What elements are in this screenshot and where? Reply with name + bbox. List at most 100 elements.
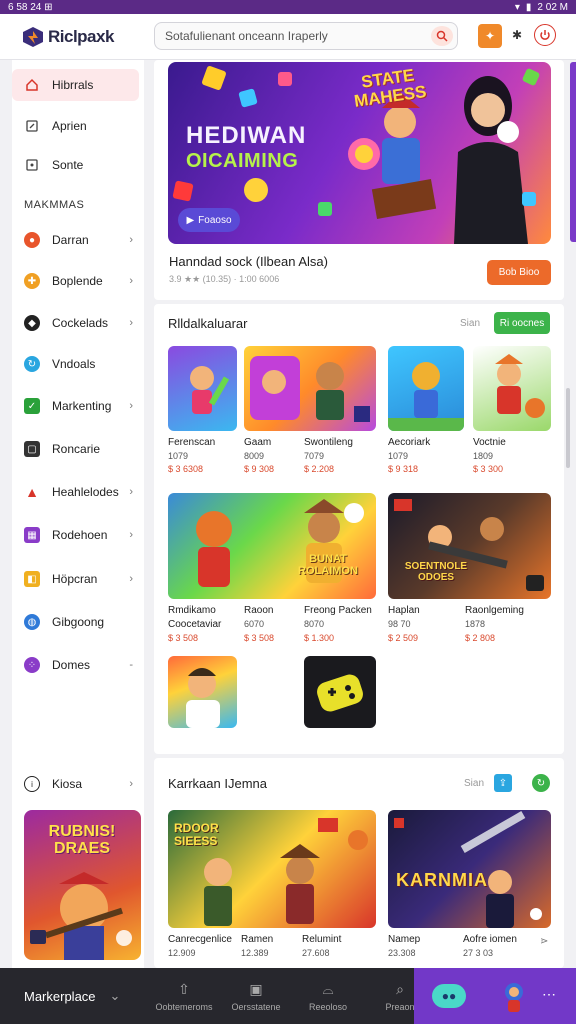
- game-price: 12.389: [241, 948, 269, 958]
- sidebar-item-category[interactable]: ▲ Heahlelodes ›: [12, 476, 139, 508]
- sidebar-section-title: MAKMMAS: [24, 199, 85, 211]
- game-art: [394, 499, 544, 591]
- game-name: Gaam: [244, 437, 272, 448]
- search-icon: ⌕: [396, 980, 404, 997]
- check-icon: ✓: [24, 398, 40, 414]
- sidebar-item-category[interactable]: ◍ Gibgoong: [12, 606, 139, 638]
- marketplace-dropdown[interactable]: Markerplace ⌄: [0, 968, 148, 1024]
- sidebar: Hibrrals Aprien Sonte MAKMMAS ● Darran ›…: [12, 60, 144, 968]
- search-icon[interactable]: [431, 26, 453, 46]
- game-thumb[interactable]: [244, 346, 376, 431]
- game-art: [196, 499, 364, 587]
- game-name: Swontileng: [304, 437, 353, 448]
- hero-cta-button[interactable]: Bob Bioo: [487, 260, 551, 285]
- game-thumb[interactable]: [168, 656, 237, 728]
- nav-item-label: Oersstatene: [231, 1001, 281, 1012]
- sidebar-item-category[interactable]: ◆ Cockelads ›: [12, 307, 139, 339]
- sidebar-item-label: Vndoals: [52, 357, 96, 371]
- sidebar-item-label: Boplende: [52, 274, 103, 288]
- sidebar-item-category[interactable]: ▢ Roncarie: [12, 433, 139, 465]
- cart-button[interactable]: ✦: [478, 24, 502, 48]
- sidebar-item-label: Kiosa: [52, 777, 83, 791]
- banner-title: KARNMIA: [396, 870, 488, 890]
- sidebar-item-category[interactable]: ◧ Höpcran ›: [12, 563, 139, 595]
- chevron-right-icon: ›: [129, 486, 133, 498]
- sidebar-promo-banner[interactable]: RUBNIS! DRAES: [24, 810, 141, 960]
- nav-item[interactable]: ⌓ Reeoloso: [292, 968, 364, 1024]
- sidebar-item-category[interactable]: ● Darran ›: [12, 224, 139, 256]
- nav-item[interactable]: ⇧ Oobtemeroms: [148, 968, 220, 1024]
- game-thumb[interactable]: [473, 346, 551, 431]
- game-price: $ 9 308: [244, 464, 275, 474]
- section-filter-button[interactable]: Ri oocnes: [494, 312, 550, 334]
- search-input[interactable]: Sotafulienant onceann Iraperly: [154, 22, 458, 50]
- nav-item-label: Reeoloso: [308, 1001, 348, 1012]
- game-name: Canrecgenlice: [168, 934, 232, 945]
- shuffle-icon: ↻: [24, 356, 40, 372]
- store-icon: [24, 157, 40, 173]
- chat-icon[interactable]: ✱: [512, 28, 522, 42]
- circle-icon: ●: [24, 232, 40, 248]
- sidebar-item-label: Hibrrals: [52, 78, 94, 92]
- game-art: [250, 356, 370, 422]
- game-thumb[interactable]: [388, 346, 464, 431]
- game-thumb[interactable]: [168, 346, 237, 431]
- share-small-icon[interactable]: ⋗: [540, 936, 548, 947]
- cart-icon: ✦: [484, 29, 496, 43]
- game-name: Relumint: [302, 934, 342, 945]
- chevron-right-icon: ›: [129, 275, 133, 287]
- game-rating: 8009: [244, 451, 265, 461]
- game-name: Freong Packen: [304, 605, 372, 616]
- section-title: Karrkaan IJemna: [168, 776, 267, 791]
- game-rating: 1878: [465, 619, 486, 629]
- nav-item[interactable]: ▣ Oersstatene: [220, 968, 292, 1024]
- game-name: Voctnie: [473, 437, 506, 448]
- sidebar-item-home[interactable]: Hibrrals: [12, 69, 139, 101]
- hero-caption: Hanndad sock (Ilbean Alsa): [169, 254, 328, 269]
- chevron-right-icon: -: [129, 659, 133, 671]
- chevron-right-icon: ›: [129, 573, 133, 585]
- game-name: Ramen: [241, 934, 274, 945]
- sidebar-item-category[interactable]: ↻ Vndoals: [12, 348, 139, 380]
- hero-play-button[interactable]: ▶ Foaoso: [178, 208, 240, 232]
- game-art: [190, 366, 230, 414]
- game-banner[interactable]: RDOOR SIEESS: [168, 810, 376, 928]
- chat-app-button[interactable]: ●●: [432, 984, 466, 1008]
- sidebar-item-category[interactable]: ✓ Markenting ›: [12, 390, 139, 422]
- share-button[interactable]: ⇪: [494, 774, 512, 792]
- profile-button[interactable]: [534, 24, 556, 46]
- power-icon: [540, 30, 550, 40]
- refresh-button[interactable]: ↻: [532, 774, 550, 792]
- more-icon[interactable]: ⋯: [542, 986, 556, 1003]
- sidebar-item-kiosa[interactable]: i Kiosa ›: [12, 768, 139, 800]
- sidebar-item-category[interactable]: ▦ Rodehoen ›: [12, 519, 139, 551]
- game-name: Ferenscan: [168, 437, 216, 448]
- game-banner[interactable]: KARNMIA: [388, 810, 551, 928]
- game-banner[interactable]: SOENTNOLE ODOES: [388, 493, 551, 599]
- bag-icon: ⌓: [322, 980, 334, 997]
- sidebar-item-category[interactable]: ⁘ Domes -: [12, 649, 139, 681]
- scrollbar[interactable]: [566, 388, 570, 468]
- gamepad-icon: [317, 674, 363, 712]
- mascot-button[interactable]: [500, 980, 528, 1012]
- tag-icon: ◧: [24, 571, 40, 587]
- chevron-right-icon: ›: [129, 317, 133, 329]
- hero-banner[interactable]: STATE MAHESS HEDIWAN OICAIMING ▶ Foaoso: [168, 62, 551, 244]
- chevron-right-icon: ›: [129, 234, 133, 246]
- game-price: 27.608: [302, 948, 330, 958]
- sidebar-item-sonte[interactable]: Sonte: [12, 149, 139, 181]
- app-logo[interactable]: Riclpaxk: [22, 26, 114, 48]
- game-name: Namep: [388, 934, 421, 945]
- game-rating: 6070: [244, 619, 265, 629]
- marketplace-label: Markerplace: [24, 988, 96, 1004]
- game-price: $ 3 6308: [168, 464, 204, 474]
- game-rating: 7079: [304, 451, 325, 461]
- sidebar-item-aprien[interactable]: Aprien: [12, 110, 139, 142]
- section-filter-label: Ri oocnes: [499, 317, 545, 329]
- game-thumb[interactable]: [304, 656, 376, 728]
- game-name: Haplan: [388, 605, 420, 616]
- game-name: Raonlgeming: [465, 605, 524, 616]
- game-price: $ 2 808: [465, 633, 496, 643]
- sidebar-item-category[interactable]: ✚ Boplende ›: [12, 265, 139, 297]
- game-banner[interactable]: BUNAT ROLAIMON: [168, 493, 376, 599]
